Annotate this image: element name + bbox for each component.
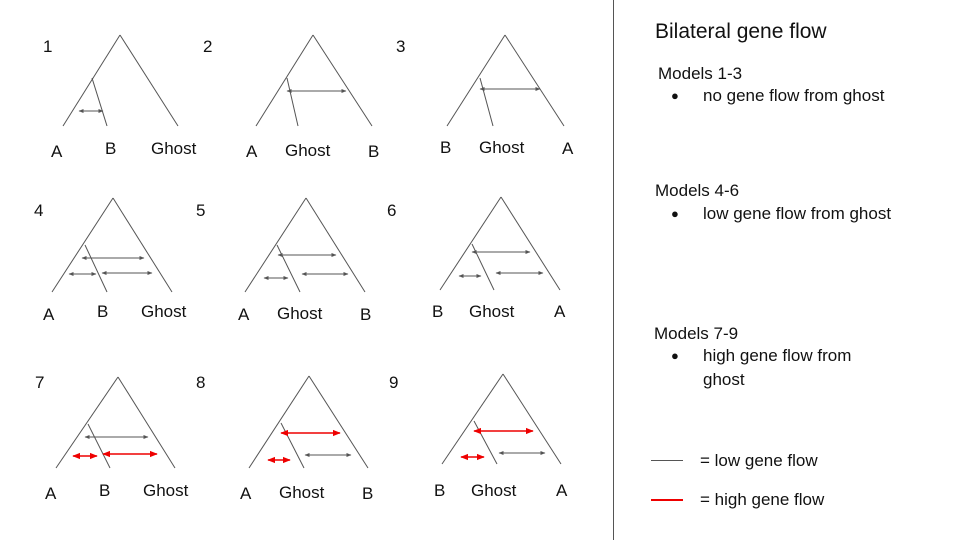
model-number-8: 8 xyxy=(196,373,206,392)
model-5-branch-right xyxy=(305,197,366,293)
tip-label: Ghost xyxy=(151,139,197,158)
tip-label: B xyxy=(360,305,372,324)
model-2-branch-right xyxy=(312,34,373,127)
group-heading-models-7-9: Models 7-9 xyxy=(654,324,739,343)
legend-high-flow-label: = high gene flow xyxy=(700,490,825,509)
model-number-2: 2 xyxy=(203,37,213,56)
group-heading-models-4-6: Models 4-6 xyxy=(655,181,740,200)
tip-label: B xyxy=(97,302,109,321)
model-4-branch-left xyxy=(51,197,114,293)
tip-label: A xyxy=(562,139,574,158)
model-9-branch-right xyxy=(502,373,562,465)
bullet-text: no gene flow from ghost xyxy=(703,86,885,105)
model-1-branch-right xyxy=(119,34,179,127)
tip-label: B xyxy=(362,484,374,503)
bullet-icon: ● xyxy=(671,348,679,363)
tip-label: Ghost xyxy=(471,481,517,500)
model-8-branch-inner xyxy=(280,422,305,469)
model-number-7: 7 xyxy=(35,373,45,392)
tip-label: Ghost xyxy=(479,138,525,157)
model-5-branch-inner xyxy=(276,244,301,293)
model-3-branch-right xyxy=(504,34,565,127)
model-6-branch-inner xyxy=(471,243,495,291)
tip-label: B xyxy=(105,139,117,158)
tip-label: A xyxy=(238,305,250,324)
model-number-9: 9 xyxy=(389,373,399,392)
panel-title: Bilateral gene flow xyxy=(655,20,827,43)
vertical-divider xyxy=(613,0,614,540)
model-1-branch-inner xyxy=(91,77,108,127)
tip-label: Ghost xyxy=(285,141,331,160)
legend-high-flow-line xyxy=(651,499,683,501)
tip-label: B xyxy=(432,302,444,321)
bullet-text: high gene flow from ghost xyxy=(703,346,852,389)
model-8-branch-right xyxy=(308,375,369,469)
tip-label: A xyxy=(240,484,252,503)
model-number-3: 3 xyxy=(396,37,406,56)
model-6-branch-right xyxy=(500,196,561,291)
model-3-branch-left xyxy=(446,34,506,127)
bullet-icon: ● xyxy=(671,206,679,221)
bullet-icon: ● xyxy=(671,88,679,103)
model-3-branch-inner xyxy=(479,77,494,127)
tip-label: Ghost xyxy=(277,304,323,323)
tip-label: B xyxy=(368,142,380,161)
tip-label: A xyxy=(45,484,57,503)
model-2-branch-left xyxy=(255,34,314,127)
tip-label: A xyxy=(246,142,258,161)
model-number-1: 1 xyxy=(43,37,53,56)
bullet-text: low gene flow from ghost xyxy=(703,204,892,223)
tip-label: B xyxy=(434,481,446,500)
tip-label: Ghost xyxy=(469,302,515,321)
legend-low-flow-label: = low gene flow xyxy=(700,451,818,470)
tip-label: A xyxy=(556,481,568,500)
model-8-branch-left xyxy=(248,375,310,469)
tip-label: B xyxy=(99,481,111,500)
tip-label: B xyxy=(440,138,452,157)
tip-label: A xyxy=(51,142,63,161)
model-4-branch-right xyxy=(112,197,173,293)
model-number-4: 4 xyxy=(34,201,44,220)
model-9-branch-left xyxy=(441,373,504,465)
tip-label: Ghost xyxy=(279,483,325,502)
model-number-5: 5 xyxy=(196,201,206,220)
model-number-6: 6 xyxy=(387,201,397,220)
model-2-branch-inner xyxy=(286,77,299,127)
group-heading-models-1-3: Models 1-3 xyxy=(658,64,743,83)
tip-label: Ghost xyxy=(141,302,187,321)
model-4-branch-inner xyxy=(84,244,108,293)
model-1-branch-left xyxy=(62,34,121,127)
model-7-branch-inner xyxy=(87,423,111,469)
tip-label: A xyxy=(43,305,55,324)
tip-label: Ghost xyxy=(143,481,189,500)
tip-label: A xyxy=(554,302,566,321)
legend-low-flow-line xyxy=(651,460,683,461)
